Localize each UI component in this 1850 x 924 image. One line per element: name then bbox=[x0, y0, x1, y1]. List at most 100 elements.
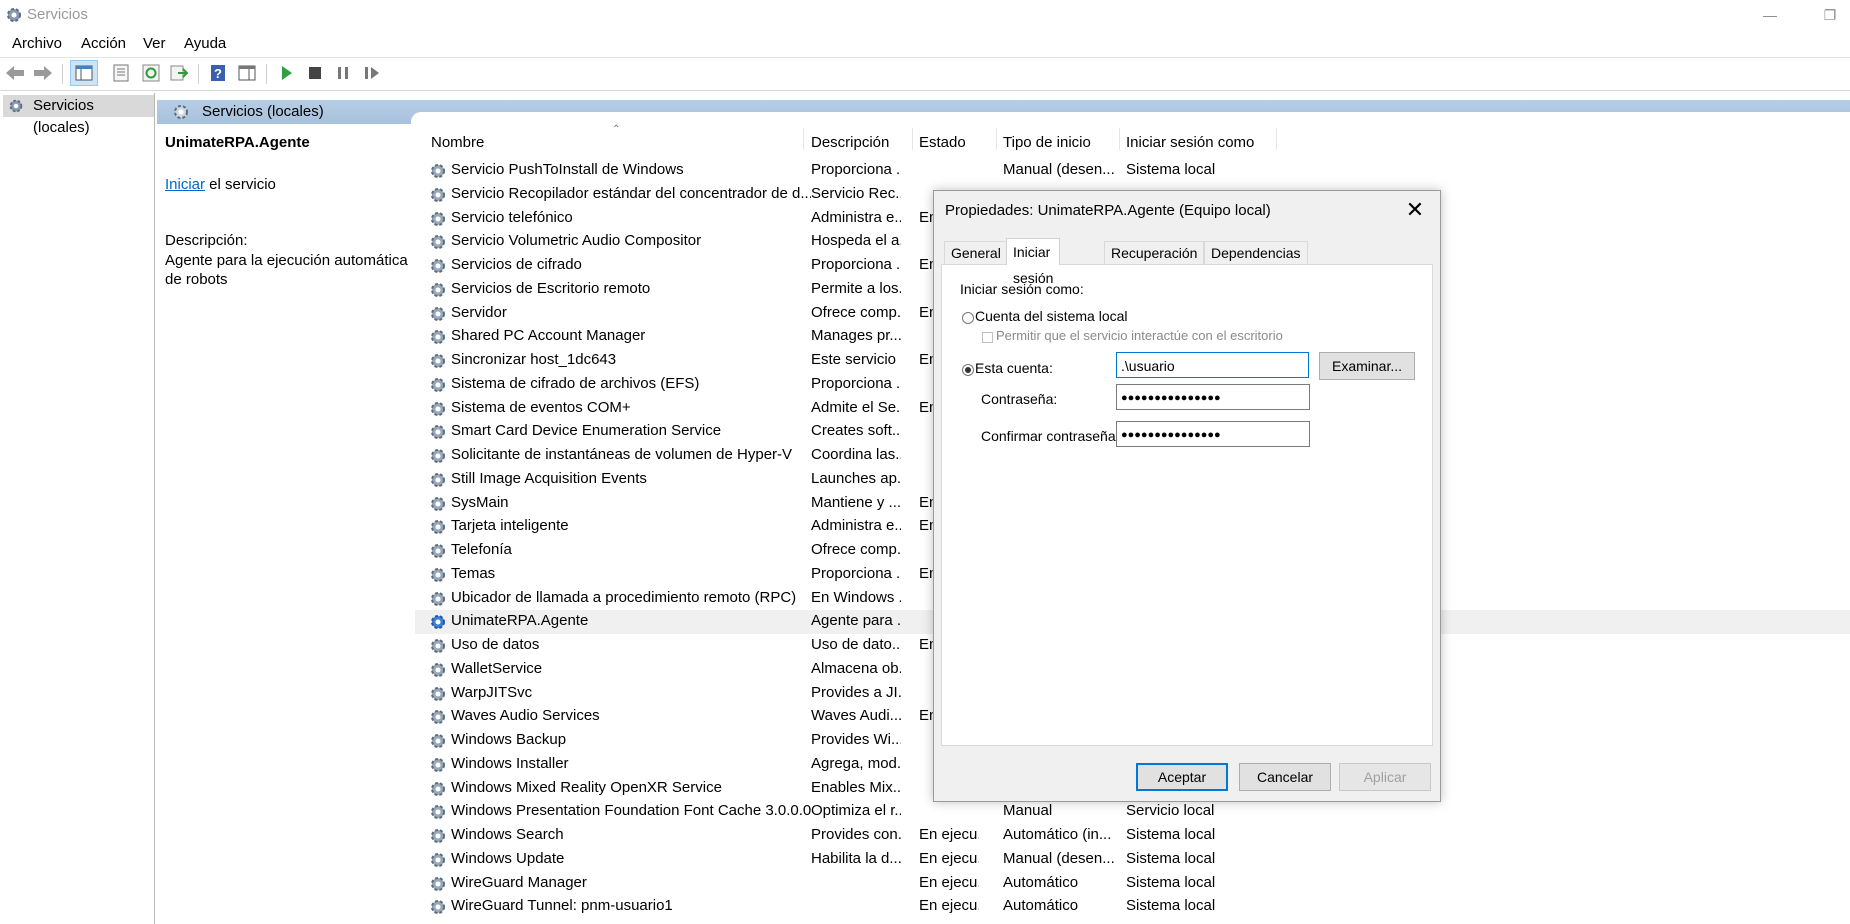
tab-dependencies[interactable]: Dependencias bbox=[1204, 241, 1308, 264]
service-name-cell: WarpJITSvc bbox=[451, 683, 533, 701]
start-service-suffix: el servicio bbox=[205, 176, 276, 193]
service-gear-icon bbox=[428, 280, 448, 300]
start-service-icon[interactable] bbox=[276, 62, 298, 84]
service-description-cell: Ofrece comp... bbox=[811, 541, 901, 558]
ok-button[interactable]: Aceptar bbox=[1136, 763, 1228, 791]
service-description-cell: Administra e... bbox=[811, 517, 901, 535]
service-gear-icon bbox=[428, 494, 448, 514]
account-input[interactable]: .\usuario bbox=[1116, 352, 1309, 378]
tree-node-services-local[interactable]: Servicios (locales) bbox=[3, 95, 154, 136]
column-header-name[interactable]: Nombre bbox=[431, 134, 484, 151]
tab-log-on[interactable]: Iniciar sesión bbox=[1006, 238, 1061, 286]
service-name-cell: Sincronizar host_1dc643 bbox=[451, 351, 617, 368]
service-gear-icon bbox=[428, 327, 448, 347]
service-row[interactable]: Servicio PushToInstall de Windows Proporc… bbox=[415, 159, 1850, 183]
column-header-description[interactable]: Descripción bbox=[811, 134, 889, 151]
service-row[interactable]: WireGuard Manager En ejecu... Automático Si… bbox=[415, 872, 1850, 896]
action-pane-icon[interactable] bbox=[236, 62, 258, 84]
service-row[interactable]: Windows Presentation Foundation Font Cac… bbox=[415, 800, 1850, 824]
interact-desktop-checkbox[interactable] bbox=[982, 332, 993, 343]
password-label: Contraseña: bbox=[981, 391, 1058, 407]
interact-desktop-label[interactable]: Permitir que el servicio interactúe con … bbox=[996, 328, 1283, 343]
forward-arrow-icon[interactable] bbox=[32, 62, 54, 84]
restore-icon[interactable]: ❐ bbox=[1815, 4, 1845, 26]
service-name-cell: Servidor bbox=[451, 303, 507, 321]
service-gear-icon bbox=[428, 731, 448, 751]
this-account-radio[interactable] bbox=[962, 364, 974, 376]
apply-button[interactable]: Aplicar bbox=[1339, 763, 1431, 791]
tree-node-label: Servicios (locales) bbox=[33, 97, 94, 136]
refresh-icon[interactable] bbox=[140, 62, 162, 84]
service-name-cell: Telefonía bbox=[451, 541, 512, 558]
menu-archivo[interactable]: Archivo bbox=[12, 35, 62, 52]
pause-service-icon[interactable] bbox=[332, 62, 354, 84]
service-name-cell: SysMain bbox=[451, 493, 509, 511]
service-gear-icon bbox=[428, 850, 448, 870]
service-logon-cell: Sistema local bbox=[1126, 849, 1216, 867]
service-name-cell: WireGuard Tunnel: pnm-usuario1 bbox=[451, 897, 673, 915]
cancel-button[interactable]: Cancelar bbox=[1239, 763, 1331, 791]
service-row[interactable]: WireGuard Tunnel: pnm-usuario1 En ejecu..… bbox=[415, 895, 1850, 919]
back-arrow-icon[interactable] bbox=[4, 62, 26, 84]
help-icon[interactable]: ? bbox=[207, 62, 229, 84]
log-on-tab-panel: Iniciar sesión como: Cuenta del sistema … bbox=[941, 264, 1433, 746]
properties-sheet-icon[interactable] bbox=[110, 62, 132, 84]
service-gear-icon bbox=[428, 589, 448, 609]
service-name-cell: Servicio PushToInstall de Windows bbox=[451, 161, 684, 178]
service-row[interactable]: Windows Update Habilita la d... En ejecu..… bbox=[415, 848, 1850, 872]
service-gear-icon bbox=[428, 256, 448, 276]
service-gear-icon bbox=[428, 684, 448, 704]
content-header-title: Servicios (locales) bbox=[202, 103, 324, 120]
menu-accion[interactable]: Acción bbox=[81, 35, 126, 52]
service-description-cell: Este servicio ... bbox=[811, 351, 901, 368]
this-account-label[interactable]: Esta cuenta: bbox=[975, 360, 1053, 376]
service-description-cell: Provides a JI... bbox=[811, 683, 901, 701]
tab-recovery[interactable]: Recuperación bbox=[1104, 241, 1205, 264]
local-system-radio[interactable] bbox=[962, 312, 974, 324]
service-gear-icon bbox=[428, 470, 448, 490]
list-header: ⌃ Nombre Descripción Estado Tipo de inic… bbox=[415, 124, 1850, 151]
local-system-label[interactable]: Cuenta del sistema local bbox=[975, 308, 1128, 324]
service-startup-cell: Manual (desen... bbox=[1003, 161, 1115, 178]
service-name-cell: Servicio Volumetric Audio Compositor bbox=[451, 232, 702, 250]
service-name-cell: Windows Mixed Reality OpenXR Service bbox=[451, 778, 722, 796]
service-description-cell: Agente para ... bbox=[811, 612, 901, 630]
service-name-cell: Servicio telefónico bbox=[451, 208, 573, 226]
close-icon[interactable]: ✕ bbox=[1400, 197, 1430, 223]
selected-service-name: UnimateRPA.Agente bbox=[165, 134, 310, 151]
service-gear-icon bbox=[428, 660, 448, 680]
service-name-cell: Windows Backup bbox=[451, 731, 567, 748]
menu-ver[interactable]: Ver bbox=[143, 35, 166, 52]
service-description-cell: Optimiza el r... bbox=[811, 802, 901, 820]
start-service-link[interactable]: Iniciar bbox=[165, 176, 205, 193]
minimize-icon[interactable]: — bbox=[1755, 4, 1785, 26]
service-logon-cell: Sistema local bbox=[1126, 161, 1216, 178]
export-list-icon[interactable] bbox=[168, 62, 190, 84]
column-header-state[interactable]: Estado bbox=[919, 134, 966, 151]
menu-ayuda[interactable]: Ayuda bbox=[184, 35, 226, 52]
service-name-cell: Windows Search bbox=[451, 826, 564, 843]
service-description-cell: Provides con... bbox=[811, 826, 901, 843]
confirm-password-field[interactable]: ●●●●●●●●●●●●●●● bbox=[1116, 421, 1310, 447]
service-name-cell: Windows Presentation Foundation Font Cac… bbox=[451, 802, 811, 820]
password-field[interactable]: ●●●●●●●●●●●●●●● bbox=[1116, 384, 1310, 410]
window-title: Servicios bbox=[27, 6, 88, 23]
service-state-cell: En ejecu... bbox=[919, 849, 979, 867]
service-row[interactable]: Windows Search Provides con... En ejecu...… bbox=[415, 824, 1850, 848]
service-description-cell: Coordina las... bbox=[811, 446, 901, 463]
service-description-cell: Uso de dato... bbox=[811, 636, 901, 653]
menu-bar: Archivo Acción Ver Ayuda bbox=[0, 32, 1850, 56]
properties-dialog: Propiedades: UnimateRPA.Agente (Equipo l… bbox=[933, 190, 1441, 802]
browse-button[interactable]: Examinar... bbox=[1319, 352, 1415, 380]
column-header-log-on-as[interactable]: Iniciar sesión como bbox=[1126, 134, 1254, 151]
restart-service-icon[interactable] bbox=[361, 62, 383, 84]
stop-service-icon[interactable] bbox=[304, 62, 326, 84]
service-gear-icon bbox=[428, 541, 448, 561]
service-name-cell: Servicios de Escritorio remoto bbox=[451, 279, 651, 297]
console-tree-icon[interactable] bbox=[70, 60, 98, 86]
service-startup-cell: Automático bbox=[1003, 873, 1079, 891]
tab-general[interactable]: General bbox=[944, 241, 1008, 264]
column-header-startup-type[interactable]: Tipo de inicio bbox=[1003, 134, 1091, 151]
service-description-cell: Servicio Rec... bbox=[811, 184, 901, 202]
service-startup-cell: Automático bbox=[1003, 897, 1079, 915]
